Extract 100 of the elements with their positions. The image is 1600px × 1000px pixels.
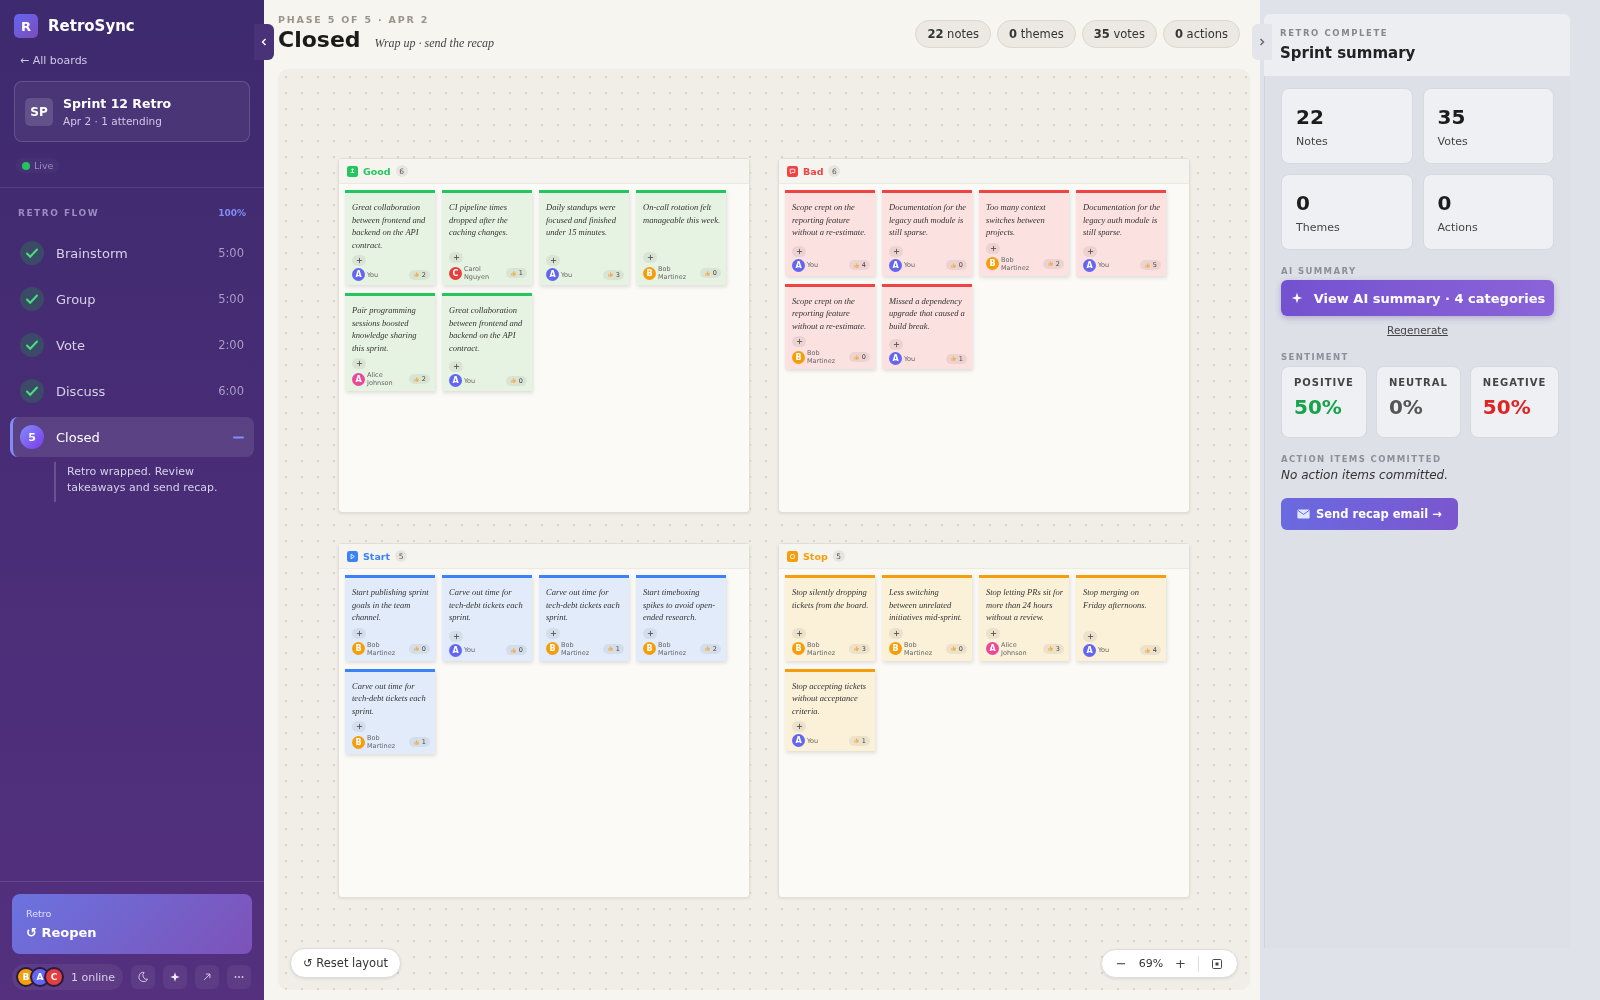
thumbs-up-icon bbox=[1143, 261, 1151, 269]
add-reaction-button[interactable] bbox=[352, 627, 366, 639]
regenerate-link[interactable]: Regenerate bbox=[1387, 324, 1448, 336]
reset-layout-button[interactable]: ↺ Reset layout bbox=[290, 948, 401, 978]
note-text: Less switching between unrelated initiatives mid-sprint. bbox=[889, 586, 964, 624]
plus-icon bbox=[989, 244, 997, 252]
zoom-in-button[interactable]: + bbox=[1171, 954, 1190, 973]
add-reaction-button[interactable] bbox=[546, 255, 560, 266]
board-card[interactable]: SP Sprint 12 Retro Apr 2 · 1 attending bbox=[14, 81, 250, 142]
thumbs-up-icon bbox=[949, 645, 957, 652]
thumbs-up-icon bbox=[852, 353, 860, 361]
add-reaction-button[interactable] bbox=[1083, 245, 1097, 257]
note-text: Stop accepting tickets without acceptance criteria. bbox=[792, 679, 868, 717]
presence-pill[interactable]: B A C 1 online bbox=[12, 964, 124, 990]
plus-icon bbox=[452, 254, 460, 261]
panel-title: Sprint summary bbox=[1280, 44, 1417, 62]
note-text: Documentation for the legacy auth module is still sparse. bbox=[1083, 201, 1161, 239]
ai-summary-button[interactable]: View AI summary · 4 categories bbox=[1281, 280, 1554, 316]
step-description: Retro wrapped. Review takeaways and send recap. bbox=[54, 462, 254, 502]
add-reaction-button[interactable] bbox=[643, 627, 657, 639]
sparkle-button[interactable] bbox=[163, 965, 188, 989]
step-time: 6:00 bbox=[218, 384, 244, 398]
note-text: Stop merging on Friday afternoons. bbox=[1083, 586, 1148, 612]
thumbs-up-icon bbox=[852, 261, 860, 269]
add-reaction-button[interactable] bbox=[986, 627, 1000, 639]
add-reaction-button[interactable] bbox=[889, 627, 903, 639]
step-label: Vote bbox=[56, 337, 86, 353]
sentiment-value: 50% bbox=[1482, 395, 1532, 419]
thumbs-up-icon bbox=[606, 271, 614, 278]
author-avatar: A bbox=[449, 374, 462, 387]
plus-icon bbox=[892, 341, 900, 348]
add-reaction-button[interactable] bbox=[792, 627, 806, 639]
add-reaction-button[interactable] bbox=[352, 358, 366, 369]
add-reaction-button[interactable] bbox=[449, 252, 463, 263]
sentiment-label: NEGATIVE bbox=[1482, 377, 1547, 388]
envelope-icon bbox=[1297, 509, 1310, 519]
flow-step[interactable]: Group 5:00 bbox=[10, 279, 254, 319]
plus-icon bbox=[795, 723, 803, 730]
note-text: Too many context switches between projects. bbox=[986, 201, 1047, 239]
add-reaction-button[interactable] bbox=[449, 361, 463, 372]
thumbs-up-icon bbox=[1046, 645, 1054, 652]
note-text: Start publishing sprint goals in the team channel. bbox=[352, 586, 430, 624]
online-count: 1 online bbox=[71, 970, 116, 984]
add-reaction-button[interactable] bbox=[792, 721, 806, 732]
plus-icon bbox=[355, 360, 363, 367]
plus-icon bbox=[1086, 247, 1094, 255]
plus-icon bbox=[795, 247, 803, 255]
add-reaction-button[interactable] bbox=[792, 336, 806, 347]
reopen-button[interactable]: Retro ↺ Reopen bbox=[12, 894, 252, 954]
add-reaction-button[interactable] bbox=[643, 252, 657, 263]
zoom-level: 69% bbox=[1138, 957, 1164, 970]
author-avatar: B bbox=[352, 735, 365, 749]
author-avatar: B bbox=[546, 642, 559, 655]
note-text: Stop silently dropping tickets from the board. bbox=[792, 586, 870, 612]
status-dot bbox=[22, 161, 30, 170]
add-reaction-button[interactable] bbox=[889, 339, 903, 350]
plus-icon bbox=[355, 257, 363, 264]
section-heading: AI SUMMARY bbox=[1281, 266, 1358, 276]
send-recap-button[interactable]: Send recap email → bbox=[1281, 498, 1458, 530]
note-text: Stop letting PRs sit for more than 24 hours without a review. bbox=[986, 586, 1064, 624]
add-reaction-button[interactable] bbox=[986, 242, 1000, 254]
note-text: Carve out time for tech-debt tickets each sprint. bbox=[546, 586, 621, 624]
add-reaction-button[interactable] bbox=[352, 721, 366, 732]
add-reaction-button[interactable] bbox=[792, 245, 806, 257]
board-avatar: SP bbox=[25, 97, 53, 126]
zoom-out-button[interactable]: − bbox=[1111, 954, 1131, 973]
empty-message: No action items committed. bbox=[1281, 468, 1449, 482]
board-title: Sprint 12 Retro bbox=[63, 96, 172, 111]
author-avatar: B bbox=[986, 257, 999, 270]
share-button[interactable] bbox=[195, 965, 220, 989]
button-caption: Retro bbox=[26, 908, 52, 919]
theme-button[interactable] bbox=[131, 965, 156, 989]
author-avatar: A bbox=[1083, 643, 1096, 657]
note-text: Carve out time for tech-debt tickets each sprint. bbox=[449, 586, 524, 624]
app-name: RetroSync bbox=[48, 17, 135, 35]
sentiment-value: 50% bbox=[1294, 395, 1343, 419]
plus-icon bbox=[795, 338, 803, 345]
panel-eyebrow: RETRO COMPLETE bbox=[1280, 28, 1390, 38]
add-reaction-button[interactable] bbox=[1083, 630, 1097, 642]
button-label: ↺ Reopen bbox=[26, 925, 97, 940]
add-reaction-button[interactable] bbox=[889, 245, 903, 257]
plus-icon bbox=[892, 629, 900, 637]
add-reaction-button[interactable] bbox=[546, 627, 560, 639]
plus-icon bbox=[549, 629, 557, 637]
flow-step[interactable]: Discuss 6:00 bbox=[10, 371, 254, 411]
add-reaction-button[interactable] bbox=[352, 255, 366, 266]
column-title: Bad bbox=[803, 165, 824, 177]
flow-step[interactable]: Brainstorm 5:00 bbox=[10, 233, 254, 273]
add-reaction-button[interactable] bbox=[449, 630, 463, 642]
back-link[interactable]: ← All boards bbox=[20, 54, 88, 67]
author-avatar: C bbox=[449, 266, 462, 280]
author-avatar: B bbox=[352, 642, 365, 655]
column-title: Stop bbox=[803, 550, 828, 562]
status-label: Live bbox=[34, 160, 54, 171]
step-time: 2:00 bbox=[218, 338, 244, 352]
collapse-sidebar-button[interactable] bbox=[254, 24, 274, 60]
page-subtitle: Wrap up · send the recap bbox=[374, 36, 495, 51]
thumbs-up-icon bbox=[949, 261, 957, 269]
flow-step[interactable]: Vote 2:00 bbox=[10, 325, 254, 365]
flow-step[interactable]: 5 Closed bbox=[10, 417, 254, 457]
